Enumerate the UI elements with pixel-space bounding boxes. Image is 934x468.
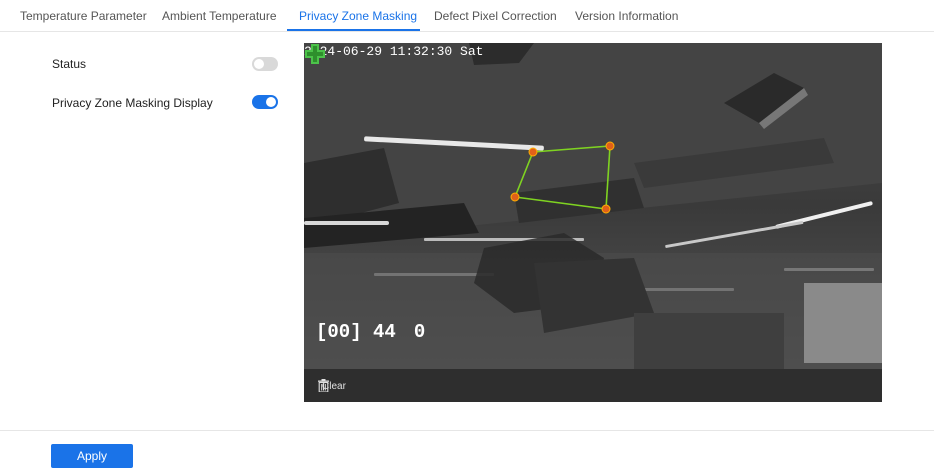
toggle-knob <box>254 59 264 69</box>
status-toggle[interactable] <box>252 57 278 71</box>
video-preview[interactable]: 2024-06-29 11:32:30 Sat [00] 44 0 Clear <box>304 43 882 402</box>
tab-bar: Temperature Parameter Ambient Temperatur… <box>0 0 934 32</box>
trash-icon <box>318 379 329 392</box>
privacy-zone-masking-display-label: Privacy Zone Masking Display <box>52 96 213 110</box>
status-label: Status <box>52 57 87 71</box>
crosshair-icon <box>305 44 325 64</box>
privacy-zone-masking-display-toggle[interactable] <box>252 95 278 109</box>
video-channel-osd: [00] 44 0 <box>316 321 425 343</box>
tab-privacy-zone-masking[interactable]: Privacy Zone Masking <box>299 9 417 23</box>
active-tab-indicator <box>287 29 420 31</box>
tab-defect-pixel-correction[interactable]: Defect Pixel Correction <box>434 9 557 23</box>
apply-button[interactable]: Apply <box>51 444 133 468</box>
tab-temperature-parameter[interactable]: Temperature Parameter <box>20 9 147 23</box>
tab-version-information[interactable]: Version Information <box>575 9 678 23</box>
channel-osd-suffix: 0 <box>413 321 426 343</box>
video-timestamp: 2024-06-29 11:32:30 Sat <box>304 44 484 59</box>
channel-osd-text: [00] 44 <box>316 321 396 343</box>
tab-ambient-temperature[interactable]: Ambient Temperature <box>162 9 277 23</box>
toggle-knob <box>266 97 276 107</box>
footer-divider <box>0 430 934 431</box>
video-toolbar: Clear <box>304 369 882 402</box>
clear-button[interactable]: Clear <box>318 379 346 393</box>
